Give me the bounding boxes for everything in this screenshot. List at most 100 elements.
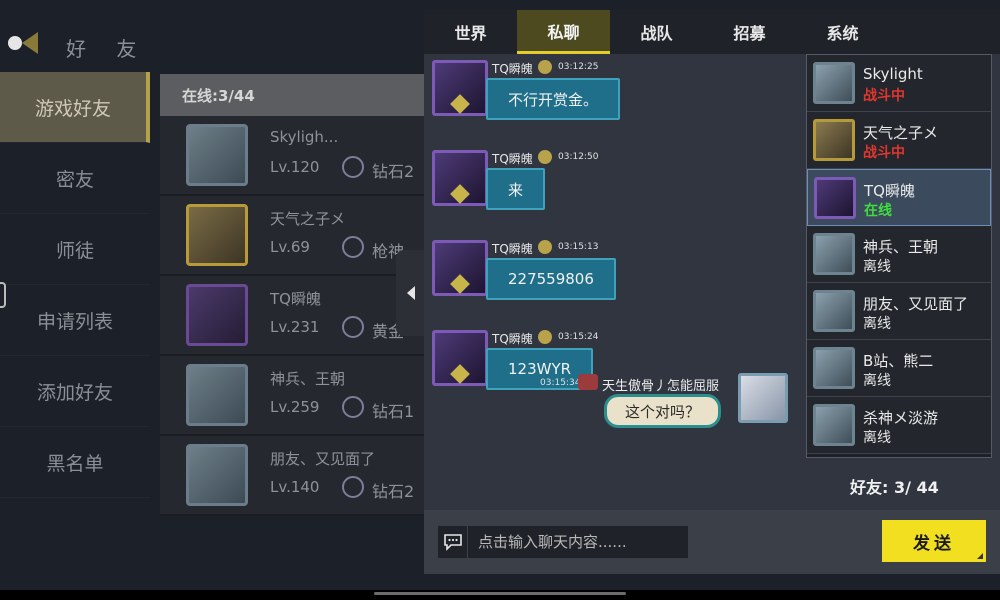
tab-team[interactable]: 战队 xyxy=(610,10,703,54)
rank-icon xyxy=(342,236,364,258)
avatar[interactable] xyxy=(432,330,488,386)
avatar[interactable] xyxy=(432,240,488,296)
rank-badge-icon xyxy=(538,240,552,254)
chat-input-bar: 发送 xyxy=(424,510,1000,574)
collapse-chat-handle[interactable] xyxy=(396,250,426,336)
contact-item-selected[interactable]: TQ瞬魄 在线 xyxy=(807,169,991,226)
contact-status: 离线 xyxy=(863,259,891,275)
avatar xyxy=(186,124,248,186)
message-time: 03:12:50 xyxy=(558,152,599,162)
avatar xyxy=(186,204,248,266)
contact-status: 战斗中 xyxy=(863,88,905,104)
sender-name: 天生傲骨丿怎能屈服 xyxy=(602,379,720,394)
send-button[interactable]: 发送 xyxy=(882,520,986,562)
friend-name: Skyligh... xyxy=(270,128,339,146)
message-list[interactable]: TQ瞬魄 03:12:25 不行开赏金。 TQ瞬魄 03:12:50 来 TQ瞬… xyxy=(424,54,806,514)
contact-status: 离线 xyxy=(863,430,891,446)
contact-status: 离线 xyxy=(863,316,891,332)
chat-input-wrapper xyxy=(438,526,688,558)
friend-name: TQ瞬魄 xyxy=(270,290,321,308)
friend-row[interactable]: 天气之子メ Lv.69 枪神 xyxy=(160,196,430,276)
avatar[interactable] xyxy=(738,373,788,423)
rank-icon xyxy=(342,316,364,338)
contact-name: TQ瞬魄 xyxy=(864,182,915,200)
friend-level: Lv.120 xyxy=(270,158,320,176)
contact-name: 杀神メ淡游 xyxy=(863,409,939,427)
friend-row[interactable]: 神兵、王朝 Lv.259 钻石1 xyxy=(160,356,430,436)
nav-item-close-friends[interactable]: 密友 xyxy=(0,143,150,214)
rank-icon xyxy=(342,156,364,178)
contact-list: Skylight 战斗中 天气之子メ 战斗中 TQ瞬魄 在线 神兵、王朝 离线 … xyxy=(806,54,992,458)
contact-name: Skylight xyxy=(863,65,923,83)
avatar xyxy=(813,119,855,161)
message-bubble: 227559806 xyxy=(486,258,616,300)
rank-badge-icon xyxy=(538,150,552,164)
nav-item-game-friends[interactable]: 游戏好友 xyxy=(0,72,150,143)
message-time: 03:15:13 xyxy=(558,242,599,252)
contact-name: B站、熊二 xyxy=(863,352,934,370)
my-chat-message: 03:15:34 天生傲骨丿怎能屈服 这个对吗？ xyxy=(534,324,804,428)
friend-level: Lv.140 xyxy=(270,478,320,496)
chevron-left-icon xyxy=(407,286,415,300)
rank-badge-icon xyxy=(538,60,552,74)
friend-row[interactable]: 朋友、又见面了 Lv.140 钻石2 xyxy=(160,436,430,516)
tab-system[interactable]: 系统 xyxy=(796,10,889,54)
chat-bubble-icon[interactable] xyxy=(438,526,468,558)
contact-status: 离线 xyxy=(863,373,891,389)
tab-private[interactable]: 私聊 xyxy=(517,10,610,54)
friend-name: 天气之子メ xyxy=(270,210,346,228)
avatar xyxy=(186,364,248,426)
avatar xyxy=(813,62,855,104)
avatar[interactable] xyxy=(432,150,488,206)
contact-item[interactable]: 朋友、又见面了 离线 xyxy=(807,283,991,340)
friend-level: Lv.231 xyxy=(270,318,320,336)
chat-panel: 世界 私聊 战队 招募 系统 TQ瞬魄 03:12:25 不行开赏金。 TQ瞬魄… xyxy=(424,10,1000,574)
contact-item[interactable]: 神兵、王朝 离线 xyxy=(807,226,991,283)
page-title: 好 友 xyxy=(66,37,149,61)
chat-tab-bar: 世界 私聊 战队 招募 系统 xyxy=(424,10,1000,54)
contact-item[interactable]: 天气之子メ 战斗中 xyxy=(807,112,991,169)
sender-name: TQ瞬魄 xyxy=(492,332,533,346)
nav-item-mentor[interactable]: 师徒 xyxy=(0,214,150,285)
home-indicator[interactable] xyxy=(374,592,626,595)
friend-name: 朋友、又见面了 xyxy=(270,450,376,468)
message-bubble: 来 xyxy=(486,168,546,210)
tab-recruit[interactable]: 招募 xyxy=(703,10,796,54)
avatar xyxy=(813,347,855,389)
contact-item[interactable]: Skylight 战斗中 xyxy=(807,55,991,112)
message-time: 03:15:34 xyxy=(540,378,581,388)
rank-icon xyxy=(342,396,364,418)
nav-item-requests[interactable]: 申请列表 xyxy=(0,285,150,356)
nav-item-blacklist[interactable]: 黑名单 xyxy=(0,427,150,498)
message-time: 03:12:25 xyxy=(558,62,599,72)
rank-badge-icon xyxy=(578,374,598,390)
contact-name: 天气之子メ xyxy=(863,124,939,142)
friend-row[interactable]: TQ瞬魄 Lv.231 黄金 xyxy=(160,276,430,356)
avatar[interactable] xyxy=(432,60,488,116)
tab-world[interactable]: 世界 xyxy=(424,10,517,54)
contact-status: 战斗中 xyxy=(863,145,905,161)
friend-name: 神兵、王朝 xyxy=(270,370,346,388)
friend-level: Lv.259 xyxy=(270,398,320,416)
side-nav: 游戏好友 密友 师徒 申请列表 添加好友 黑名单 xyxy=(0,72,150,498)
sender-name: TQ瞬魄 xyxy=(492,152,533,166)
message-bubble: 不行开赏金。 xyxy=(486,78,621,120)
avatar xyxy=(813,290,855,332)
chat-input[interactable] xyxy=(468,526,688,558)
contact-item[interactable]: 杀神メ淡游 离线 xyxy=(807,397,991,454)
contact-status: 在线 xyxy=(864,203,892,219)
edge-tab-icon[interactable] xyxy=(0,282,6,308)
nav-item-add-friend[interactable]: 添加好友 xyxy=(0,356,150,427)
avatar xyxy=(186,284,248,346)
avatar xyxy=(186,444,248,506)
friend-rank: 钻石2 xyxy=(372,482,415,501)
message-bubble: 这个对吗？ xyxy=(604,394,722,428)
friend-count: 好友: 3/ 44 xyxy=(850,478,939,497)
back-logo-icon[interactable] xyxy=(4,30,44,56)
sender-name: TQ瞬魄 xyxy=(492,242,533,256)
friend-rank: 钻石1 xyxy=(372,402,415,421)
online-count-header: 在线:3/44 xyxy=(160,74,430,116)
friend-list: Skyligh... Lv.120 钻石2 天气之子メ Lv.69 枪神 TQ瞬… xyxy=(160,116,430,516)
friend-row[interactable]: Skyligh... Lv.120 钻石2 xyxy=(160,116,430,196)
contact-item[interactable]: B站、熊二 离线 xyxy=(807,340,991,397)
